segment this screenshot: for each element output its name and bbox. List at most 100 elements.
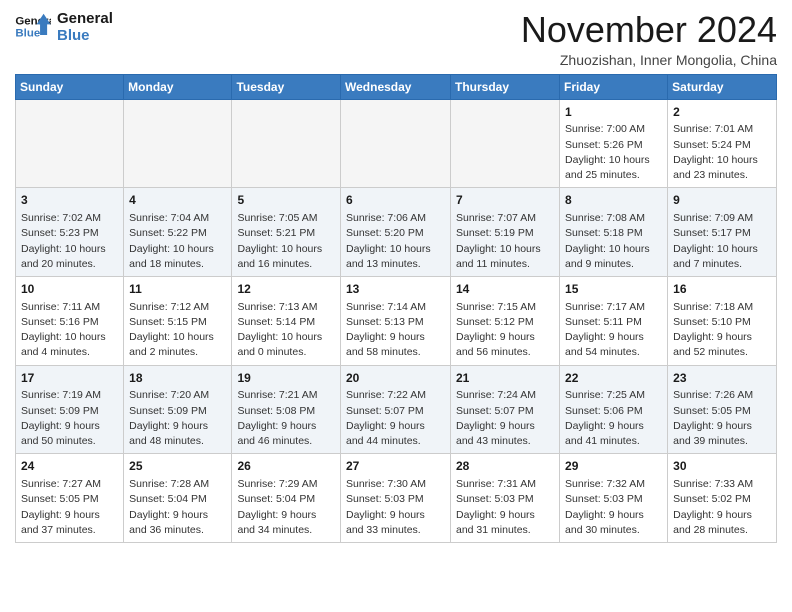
- calendar-cell: [16, 99, 124, 188]
- calendar-week-row: 3Sunrise: 7:02 AMSunset: 5:23 PMDaylight…: [16, 188, 777, 277]
- day-number: 30: [673, 458, 771, 475]
- day-info: Sunrise: 7:31 AMSunset: 5:03 PMDaylight:…: [456, 477, 554, 538]
- calendar-cell: 26 Sunrise: 7:29 AMSunset: 5:04 PMDayligh…: [232, 454, 341, 543]
- weekday-header: Sunday: [16, 74, 124, 99]
- calendar-cell: 19Sunrise: 7:21 AMSunset: 5:08 PMDayligh…: [232, 365, 341, 454]
- calendar-cell: 3Sunrise: 7:02 AMSunset: 5:23 PMDaylight…: [16, 188, 124, 277]
- calendar-cell: 10Sunrise: 7:11 AMSunset: 5:16 PMDayligh…: [16, 276, 124, 365]
- calendar-cell: 16Sunrise: 7:18 AMSunset: 5:10 PMDayligh…: [668, 276, 777, 365]
- logo-general: General: [57, 10, 113, 27]
- calendar-week-row: 24Sunrise: 7:27 AMSunset: 5:05 PMDayligh…: [16, 454, 777, 543]
- calendar-cell: 8 Sunrise: 7:08 AMSunset: 5:18 PMDaylight…: [560, 188, 668, 277]
- calendar-cell: [341, 99, 451, 188]
- day-number: 1: [565, 104, 662, 121]
- day-number: 8: [565, 192, 662, 209]
- day-number: 14: [456, 281, 554, 298]
- day-info: Sunrise: 7:14 AMSunset: 5:13 PMDaylight:…: [346, 300, 445, 361]
- logo: General Blue General Blue: [15, 10, 113, 45]
- day-number: 29: [565, 458, 662, 475]
- day-number: 11: [129, 281, 226, 298]
- weekday-header: Monday: [124, 74, 232, 99]
- day-number: 22: [565, 370, 662, 387]
- day-number: 2: [673, 104, 771, 121]
- day-number: 12: [237, 281, 335, 298]
- calendar-cell: [124, 99, 232, 188]
- day-number: 13: [346, 281, 445, 298]
- calendar-cell: 12 Sunrise: 7:13 AMSunset: 5:14 PMDayligh…: [232, 276, 341, 365]
- calendar-header-row: SundayMondayTuesdayWednesdayThursdayFrid…: [16, 74, 777, 99]
- day-info: Sunrise: 7:17 AMSunset: 5:11 PMDaylight:…: [565, 300, 662, 361]
- calendar-cell: [451, 99, 560, 188]
- weekday-header: Tuesday: [232, 74, 341, 99]
- svg-text:Blue: Blue: [15, 28, 40, 40]
- day-info: Sunrise: 7:04 AMSunset: 5:22 PMDaylight:…: [129, 211, 226, 272]
- calendar-cell: 11 Sunrise: 7:12 AMSunset: 5:15 PMDayligh…: [124, 276, 232, 365]
- day-number: 28: [456, 458, 554, 475]
- day-info: Sunrise: 7:00 AMSunset: 5:26 PMDaylight:…: [565, 122, 662, 183]
- subtitle: Zhuozishan, Inner Mongolia, China: [521, 52, 777, 68]
- day-info: Sunrise: 7:20 AMSunset: 5:09 PMDaylight:…: [129, 388, 226, 449]
- day-info: Sunrise: 7:19 AMSunset: 5:09 PMDaylight:…: [21, 388, 118, 449]
- calendar-cell: [232, 99, 341, 188]
- calendar-cell: 4 Sunrise: 7:04 AMSunset: 5:22 PMDaylight…: [124, 188, 232, 277]
- day-info: Sunrise: 7:05 AMSunset: 5:21 PMDaylight:…: [237, 211, 335, 272]
- calendar-table: SundayMondayTuesdayWednesdayThursdayFrid…: [15, 74, 777, 543]
- calendar-cell: 27 Sunrise: 7:30 AMSunset: 5:03 PMDayligh…: [341, 454, 451, 543]
- day-info: Sunrise: 7:08 AMSunset: 5:18 PMDaylight:…: [565, 211, 662, 272]
- page: General Blue General Blue November 2024 …: [0, 0, 792, 553]
- calendar-cell: 6Sunrise: 7:06 AMSunset: 5:20 PMDaylight…: [341, 188, 451, 277]
- day-number: 26: [237, 458, 335, 475]
- day-info: Sunrise: 7:11 AMSunset: 5:16 PMDaylight:…: [21, 300, 118, 361]
- calendar-cell: 25 Sunrise: 7:28 AMSunset: 5:04 PMDayligh…: [124, 454, 232, 543]
- month-title: November 2024: [521, 10, 777, 50]
- day-info: Sunrise: 7:26 AMSunset: 5:05 PMDaylight:…: [673, 388, 771, 449]
- weekday-header: Wednesday: [341, 74, 451, 99]
- day-number: 21: [456, 370, 554, 387]
- day-number: 7: [456, 192, 554, 209]
- day-number: 3: [21, 192, 118, 209]
- calendar-week-row: 17Sunrise: 7:19 AMSunset: 5:09 PMDayligh…: [16, 365, 777, 454]
- day-info: Sunrise: 7:07 AMSunset: 5:19 PMDaylight:…: [456, 211, 554, 272]
- day-number: 9: [673, 192, 771, 209]
- calendar-cell: 2Sunrise: 7:01 AMSunset: 5:24 PMDaylight…: [668, 99, 777, 188]
- logo-icon: General Blue: [15, 12, 51, 42]
- day-info: Sunrise: 7:01 AMSunset: 5:24 PMDaylight:…: [673, 122, 771, 183]
- day-info: Sunrise: 7:06 AMSunset: 5:20 PMDaylight:…: [346, 211, 445, 272]
- day-info: Sunrise: 7:27 AMSunset: 5:05 PMDaylight:…: [21, 477, 118, 538]
- day-number: 27: [346, 458, 445, 475]
- calendar-cell: 15Sunrise: 7:17 AMSunset: 5:11 PMDayligh…: [560, 276, 668, 365]
- day-info: Sunrise: 7:25 AMSunset: 5:06 PMDaylight:…: [565, 388, 662, 449]
- calendar-week-row: 1Sunrise: 7:00 AMSunset: 5:26 PMDaylight…: [16, 99, 777, 188]
- title-block: November 2024 Zhuozishan, Inner Mongolia…: [521, 10, 777, 68]
- weekday-header: Saturday: [668, 74, 777, 99]
- day-info: Sunrise: 7:15 AMSunset: 5:12 PMDaylight:…: [456, 300, 554, 361]
- calendar-cell: 20Sunrise: 7:22 AMSunset: 5:07 PMDayligh…: [341, 365, 451, 454]
- header: General Blue General Blue November 2024 …: [15, 10, 777, 68]
- calendar-cell: 14 Sunrise: 7:15 AMSunset: 5:12 PMDayligh…: [451, 276, 560, 365]
- day-number: 25: [129, 458, 226, 475]
- calendar-cell: 28 Sunrise: 7:31 AMSunset: 5:03 PMDayligh…: [451, 454, 560, 543]
- calendar-cell: 5 Sunrise: 7:05 AMSunset: 5:21 PMDaylight…: [232, 188, 341, 277]
- calendar-cell: 17Sunrise: 7:19 AMSunset: 5:09 PMDayligh…: [16, 365, 124, 454]
- day-info: Sunrise: 7:22 AMSunset: 5:07 PMDaylight:…: [346, 388, 445, 449]
- calendar-cell: 21Sunrise: 7:24 AMSunset: 5:07 PMDayligh…: [451, 365, 560, 454]
- calendar-cell: 18Sunrise: 7:20 AMSunset: 5:09 PMDayligh…: [124, 365, 232, 454]
- day-number: 4: [129, 192, 226, 209]
- day-info: Sunrise: 7:29 AMSunset: 5:04 PMDaylight:…: [237, 477, 335, 538]
- day-info: Sunrise: 7:21 AMSunset: 5:08 PMDaylight:…: [237, 388, 335, 449]
- day-info: Sunrise: 7:28 AMSunset: 5:04 PMDaylight:…: [129, 477, 226, 538]
- day-number: 20: [346, 370, 445, 387]
- calendar-cell: 7 Sunrise: 7:07 AMSunset: 5:19 PMDaylight…: [451, 188, 560, 277]
- calendar-cell: 23Sunrise: 7:26 AMSunset: 5:05 PMDayligh…: [668, 365, 777, 454]
- day-info: Sunrise: 7:30 AMSunset: 5:03 PMDaylight:…: [346, 477, 445, 538]
- calendar-cell: 22Sunrise: 7:25 AMSunset: 5:06 PMDayligh…: [560, 365, 668, 454]
- calendar-cell: 29Sunrise: 7:32 AMSunset: 5:03 PMDayligh…: [560, 454, 668, 543]
- calendar-cell: 30Sunrise: 7:33 AMSunset: 5:02 PMDayligh…: [668, 454, 777, 543]
- day-info: Sunrise: 7:13 AMSunset: 5:14 PMDaylight:…: [237, 300, 335, 361]
- calendar-week-row: 10Sunrise: 7:11 AMSunset: 5:16 PMDayligh…: [16, 276, 777, 365]
- day-number: 17: [21, 370, 118, 387]
- day-number: 18: [129, 370, 226, 387]
- day-number: 5: [237, 192, 335, 209]
- day-info: Sunrise: 7:24 AMSunset: 5:07 PMDaylight:…: [456, 388, 554, 449]
- day-info: Sunrise: 7:12 AMSunset: 5:15 PMDaylight:…: [129, 300, 226, 361]
